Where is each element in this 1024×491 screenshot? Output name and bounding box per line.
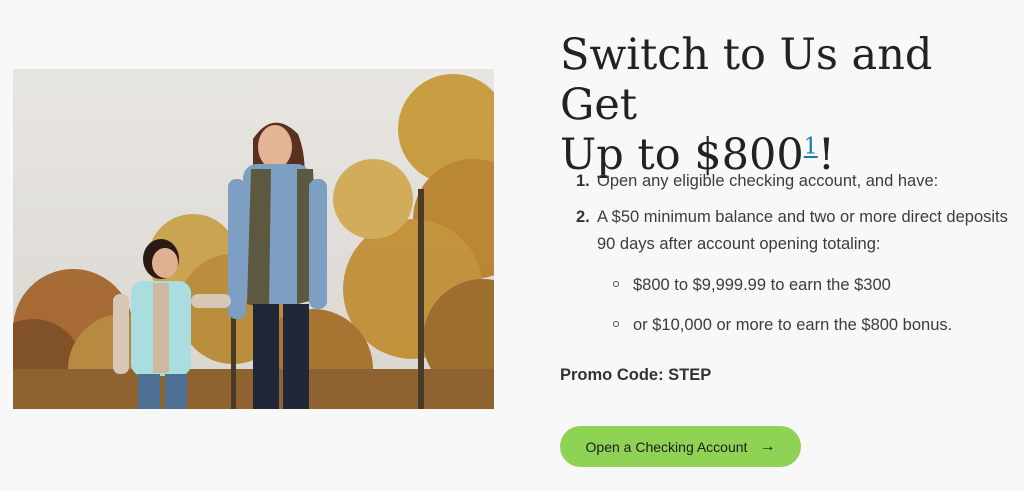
mother-daughter-photo	[13, 69, 494, 409]
tier-text: $800 to $9,999.99 to earn the $300	[633, 276, 891, 294]
tier-text: or $10,000 or more to earn the $800 bonu…	[633, 316, 953, 334]
circle-bullet-icon	[613, 321, 619, 327]
step-item: 2. A $50 minimum balance and two or more…	[576, 204, 1016, 339]
step-text: A $50 minimum balance and two or more di…	[597, 208, 1008, 253]
step-number: 1.	[576, 172, 590, 190]
circle-bullet-icon	[613, 281, 619, 287]
tier-item: or $10,000 or more to earn the $800 bonu…	[597, 312, 1016, 339]
footnote-link[interactable]: 1	[804, 135, 818, 160]
step-item: 1. Open any eligible checking account, a…	[576, 168, 1016, 195]
tier-list: $800 to $9,999.99 to earn the $300 or $1…	[597, 272, 1016, 339]
hero-photo	[13, 69, 494, 409]
steps-list: 1. Open any eligible checking account, a…	[576, 168, 1016, 352]
promo-code: Promo Code: STEP	[560, 366, 712, 384]
open-checking-account-button[interactable]: Open a Checking Account →	[560, 426, 801, 467]
tier-item: $800 to $9,999.99 to earn the $300	[597, 272, 1016, 299]
headline-line1: Switch to Us and Get	[560, 30, 933, 130]
page-title: Switch to Us and Get Up to $8001!	[560, 30, 1020, 180]
arrow-right-icon: →	[759, 437, 776, 455]
step-number: 2.	[576, 208, 590, 226]
cta-label: Open a Checking Account	[585, 438, 748, 455]
step-text: Open any eligible checking account, and …	[597, 172, 939, 190]
